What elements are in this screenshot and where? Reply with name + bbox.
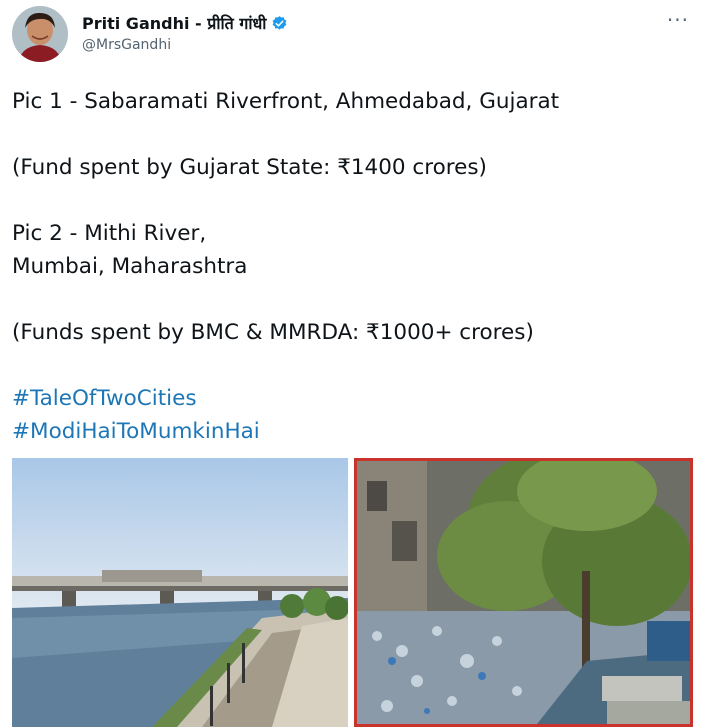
tweet-line: Pic 1 - Sabaramati Riverfront, Ahmedabad… xyxy=(12,89,560,114)
tweet-line: (Fund spent by Gujarat State: ₹1400 cror… xyxy=(12,155,487,180)
polluted-river-photo[interactable] xyxy=(354,458,693,727)
tweet-line: Pic 2 - Mithi River, xyxy=(12,221,207,246)
author-name[interactable]: Priti Gandhi - प्रीति गांधी xyxy=(82,12,266,34)
verified-badge-icon xyxy=(271,15,288,32)
hashtag-link[interactable]: #TaleOfTwoCities xyxy=(12,382,692,415)
more-icon[interactable]: ··· xyxy=(667,8,689,32)
tweet-media xyxy=(12,458,693,727)
tweet-card: Priti Gandhi - प्रीति गांधी @MrsGandhi ·… xyxy=(0,0,705,727)
tweet-line: Mumbai, Maharashtra xyxy=(12,254,248,279)
tweet-line: (Funds spent by BMC & MMRDA: ₹1000+ cror… xyxy=(12,320,534,345)
tweet-text: Pic 1 - Sabaramati Riverfront, Ahmedabad… xyxy=(12,85,692,448)
author-handle[interactable]: @MrsGandhi xyxy=(82,37,171,53)
hashtag-link[interactable]: #ModiHaiToMumkinHai xyxy=(12,415,692,448)
riverfront-photo[interactable] xyxy=(12,458,348,727)
avatar[interactable] xyxy=(12,6,68,62)
